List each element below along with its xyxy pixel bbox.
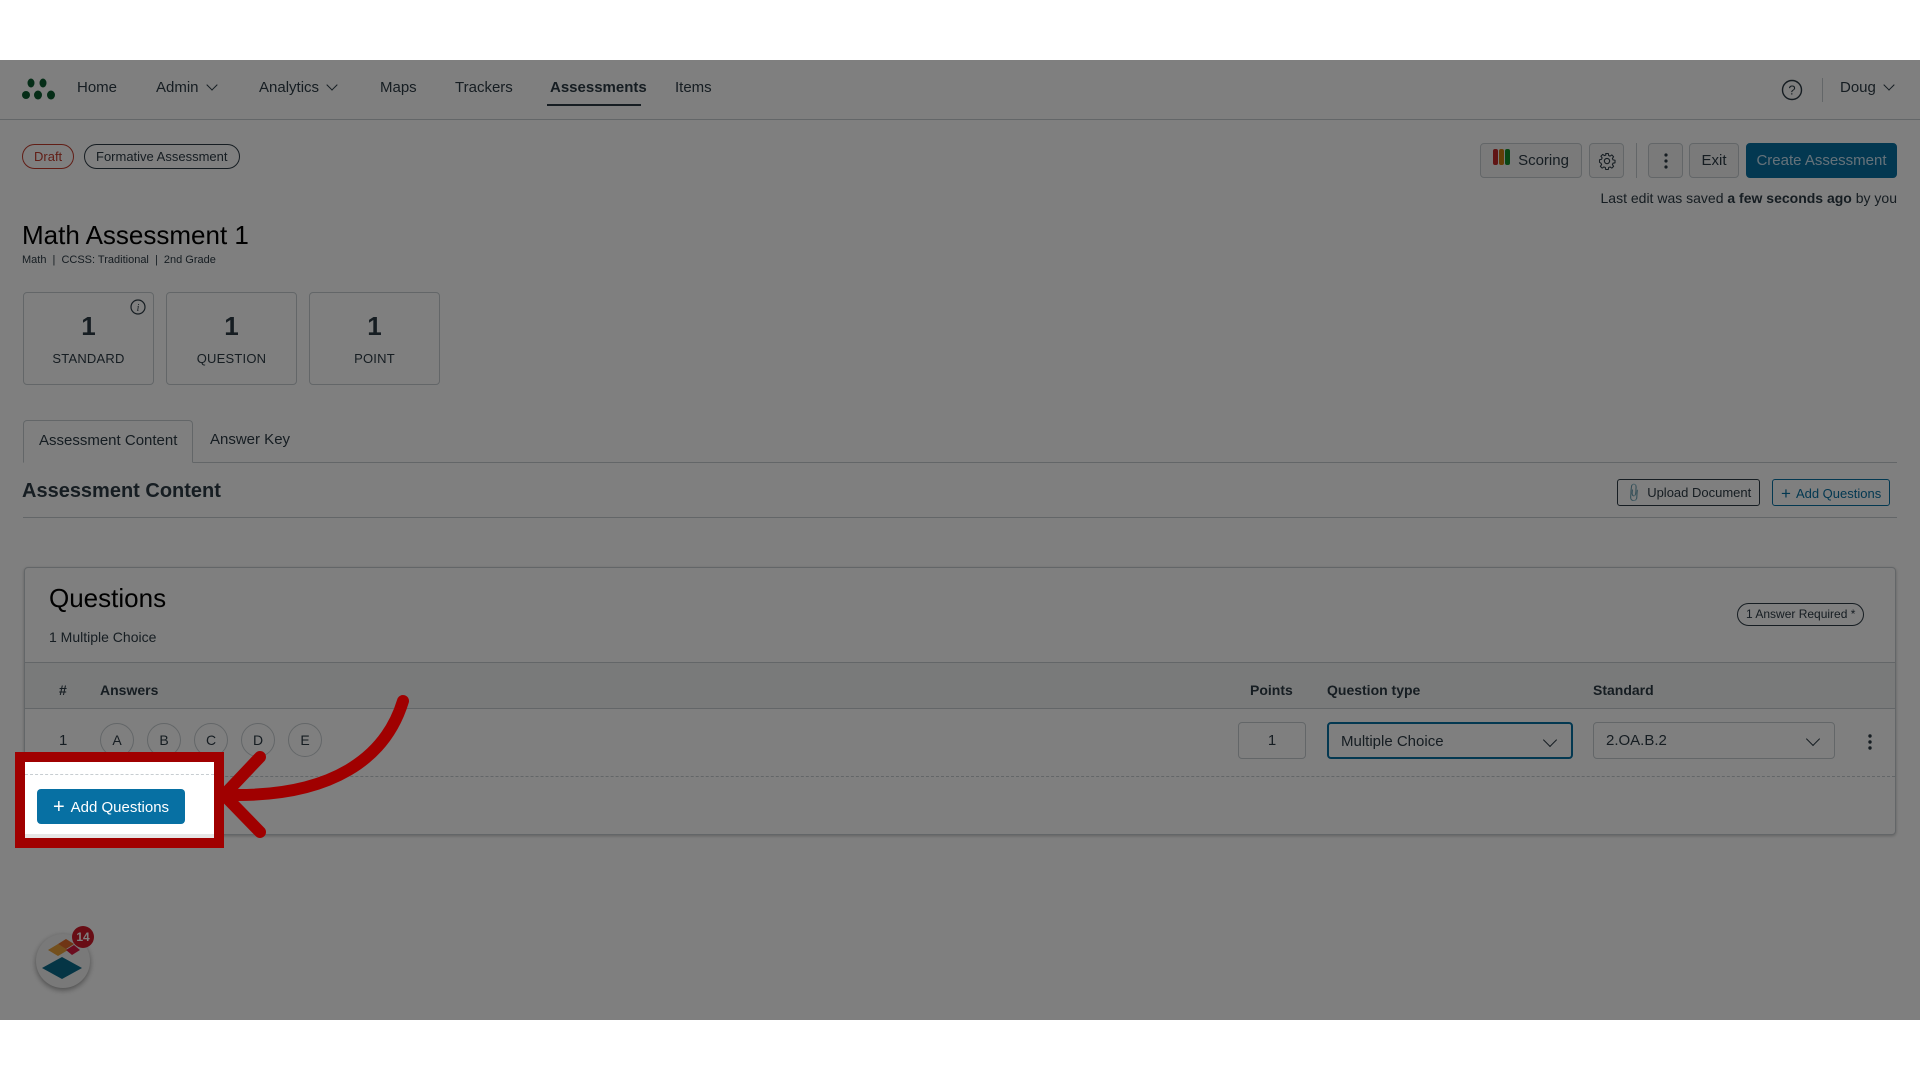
bottom-letterbox — [0, 1020, 1920, 1080]
top-letterbox — [0, 0, 1920, 60]
arrow-shaft — [232, 695, 409, 801]
app-window: Home Admin Analytics Maps Trackers Asses… — [0, 60, 1920, 1020]
annotation-arrow — [218, 695, 409, 838]
